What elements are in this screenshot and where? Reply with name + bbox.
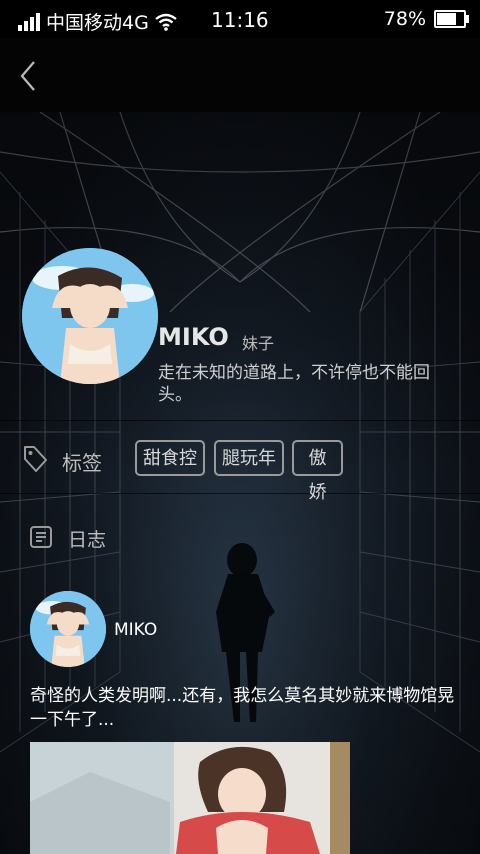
avatar-illustration	[22, 248, 158, 384]
battery-percent: 78%	[383, 8, 426, 30]
post-author-avatar[interactable]	[30, 591, 106, 667]
tag-chip[interactable]: 傲娇	[292, 440, 343, 503]
post-image[interactable]	[30, 742, 350, 854]
gender-tag: 妹子	[242, 334, 275, 353]
status-right: 78%	[383, 8, 469, 30]
profile-bio: 走在未知的道路上，不许停也不能回头。	[158, 363, 430, 405]
divider-line	[0, 420, 480, 421]
post-text[interactable]: 奇怪的人类发明啊...还有，我怎么莫名其妙就来博物馆晃一下午了...	[30, 684, 460, 732]
post-author-name[interactable]: MIKO	[114, 620, 157, 640]
wifi-icon	[155, 13, 177, 31]
avatar-illustration	[30, 591, 106, 667]
app-bar	[0, 38, 480, 112]
tags-section-label: 标签	[62, 451, 102, 475]
status-left: 中国移动4G	[18, 8, 177, 35]
signal-icon	[18, 12, 40, 31]
diary-section-label: 日志	[68, 529, 107, 551]
status-bar: 中国移动4G 11:16 78%	[0, 0, 480, 38]
post-photo-illustration	[30, 742, 350, 854]
diary-icon	[30, 526, 52, 548]
tag-chip[interactable]: 腿玩年	[214, 440, 284, 476]
tag-icon	[24, 446, 47, 472]
battery-level	[437, 13, 456, 25]
carrier-label: 中国移动4G	[46, 12, 149, 34]
profile-avatar[interactable]	[22, 248, 158, 384]
profile-name: MIKO	[158, 323, 229, 351]
tag-chip[interactable]: 甜食控	[135, 440, 205, 476]
battery-icon	[434, 10, 469, 28]
back-arrow-icon[interactable]	[14, 56, 44, 96]
clock: 11:16	[211, 8, 269, 32]
divider-line	[0, 493, 480, 494]
